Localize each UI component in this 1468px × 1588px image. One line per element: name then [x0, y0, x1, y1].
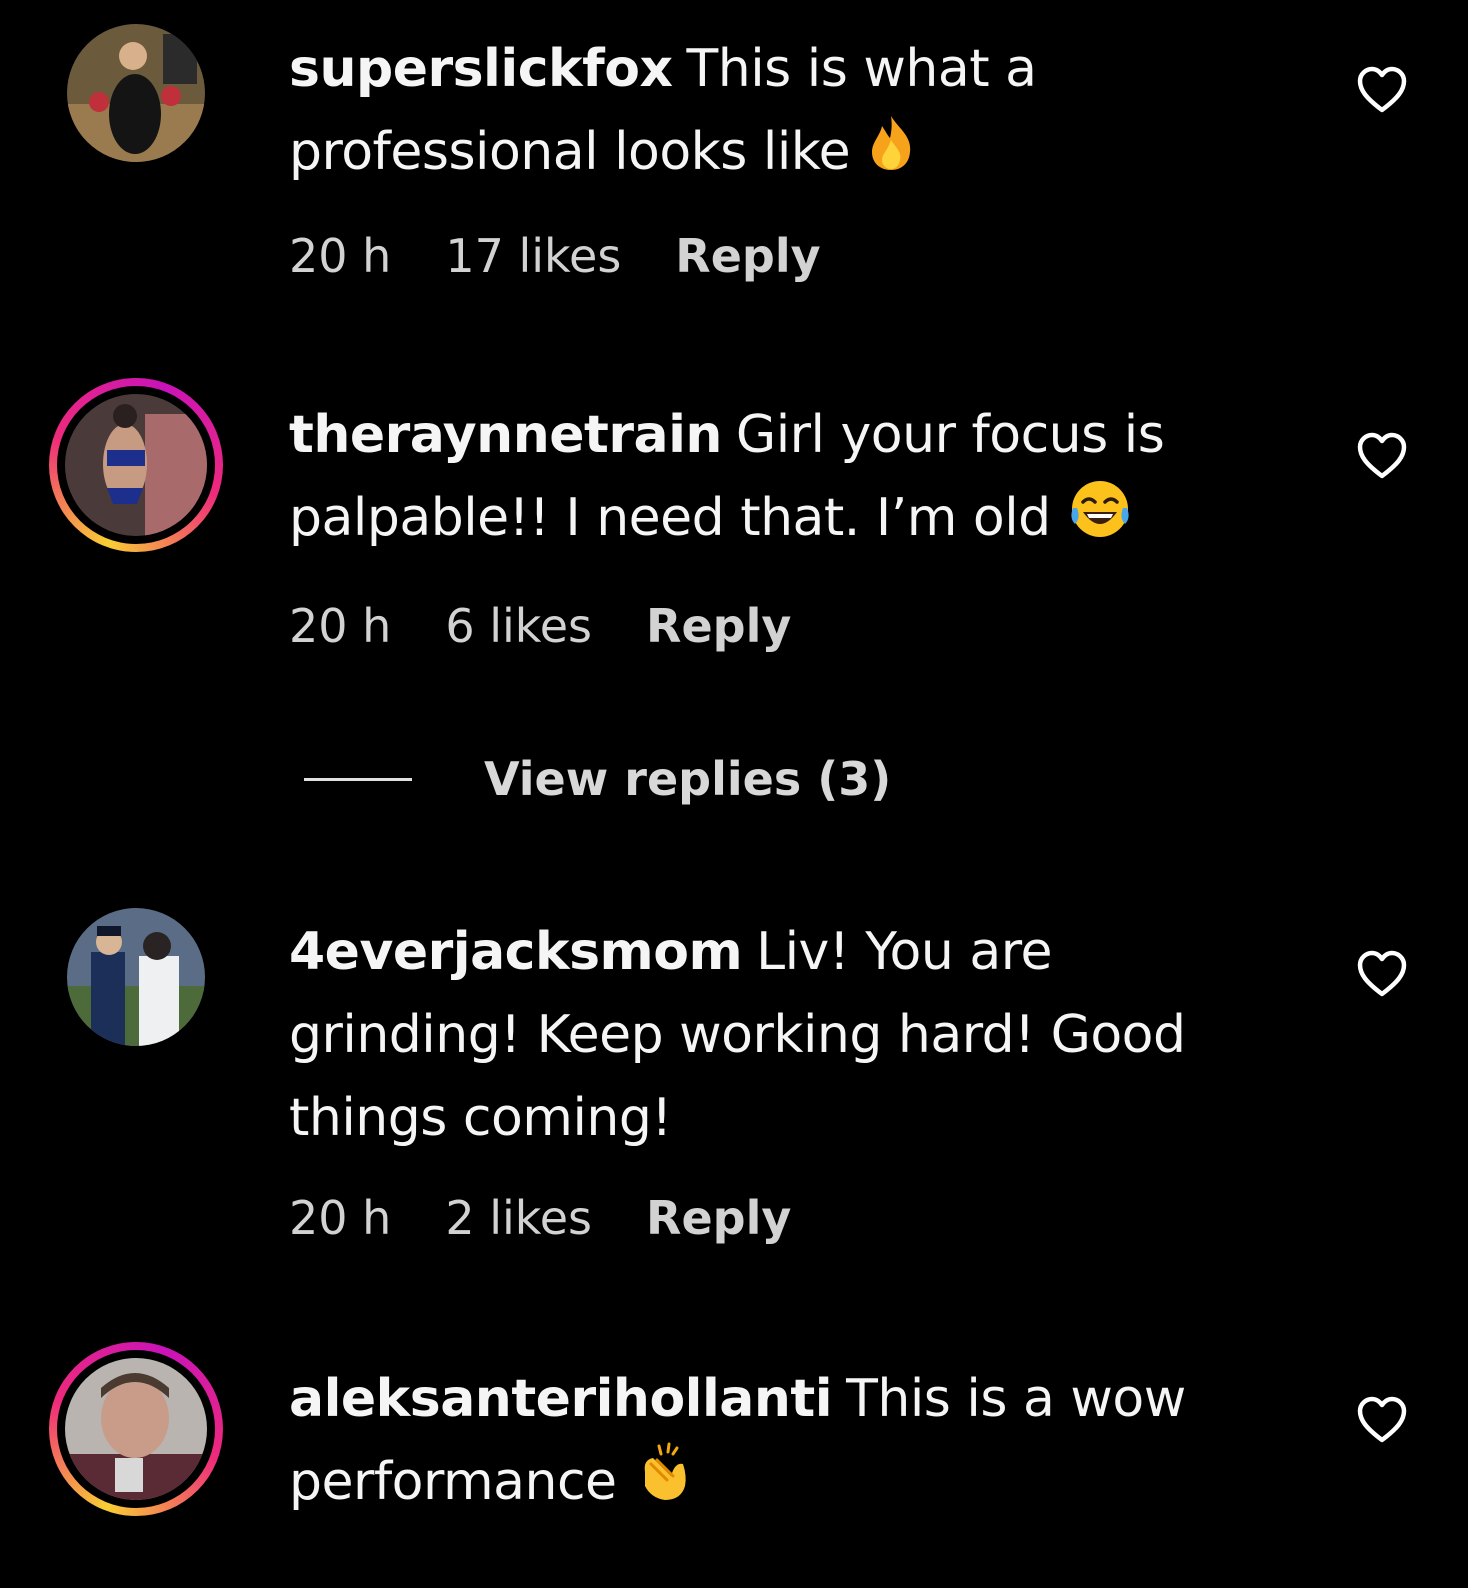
- comment-username[interactable]: superslickfox: [289, 39, 673, 99]
- avatar[interactable]: [67, 24, 205, 162]
- fire-emoji-icon: [868, 114, 914, 197]
- avatar-image: [67, 908, 205, 1046]
- avatar[interactable]: [67, 908, 205, 1046]
- comment-time: 20 h: [289, 229, 392, 283]
- face-with-tears-of-joy-emoji-icon: [1069, 478, 1131, 565]
- view-replies-label[interactable]: View replies (3): [484, 752, 891, 806]
- heart-outline-icon[interactable]: [1356, 950, 1408, 998]
- comment-likes[interactable]: 2 likes: [445, 1190, 592, 1246]
- heart-outline-icon[interactable]: [1356, 66, 1408, 114]
- comment-body: theraynnetrain Girl your focus is palpabl…: [289, 394, 1279, 565]
- comment-meta: 20 h 6 likes Reply: [289, 598, 791, 654]
- comment-username[interactable]: theraynnetrain: [289, 405, 722, 465]
- avatar[interactable]: [49, 378, 223, 552]
- avatar[interactable]: [49, 1342, 223, 1516]
- avatar-image: [65, 1358, 207, 1500]
- view-replies[interactable]: View replies (3): [304, 752, 891, 806]
- reply-button[interactable]: Reply: [646, 598, 791, 654]
- avatar-image: [67, 24, 205, 162]
- comment-likes[interactable]: 17 likes: [445, 228, 621, 284]
- view-replies-line: [304, 777, 412, 781]
- comment-body: superslickfox This is what a professional…: [289, 28, 1279, 197]
- comment-body: aleksanterihollanti This is a wow perform…: [289, 1358, 1279, 1529]
- comment-likes[interactable]: 6 likes: [445, 598, 592, 654]
- comment-meta: 20 h 17 likes Reply: [289, 228, 821, 284]
- comment-body: 4everjacksmom Liv! You are grinding! Keep…: [289, 911, 1279, 1160]
- comment-time: 20 h: [289, 599, 392, 653]
- heart-outline-icon[interactable]: [1356, 432, 1408, 480]
- avatar-image: [65, 394, 207, 536]
- clapping-hands-emoji-icon: [635, 1442, 697, 1529]
- reply-button[interactable]: Reply: [675, 228, 820, 284]
- reply-button[interactable]: Reply: [646, 1190, 791, 1246]
- comment-meta: 20 h 2 likes Reply: [289, 1190, 791, 1246]
- heart-outline-icon[interactable]: [1356, 1396, 1408, 1444]
- comment-time: 20 h: [289, 1191, 392, 1245]
- comment-username[interactable]: 4everjacksmom: [289, 922, 743, 982]
- comment-username[interactable]: aleksanterihollanti: [289, 1369, 833, 1429]
